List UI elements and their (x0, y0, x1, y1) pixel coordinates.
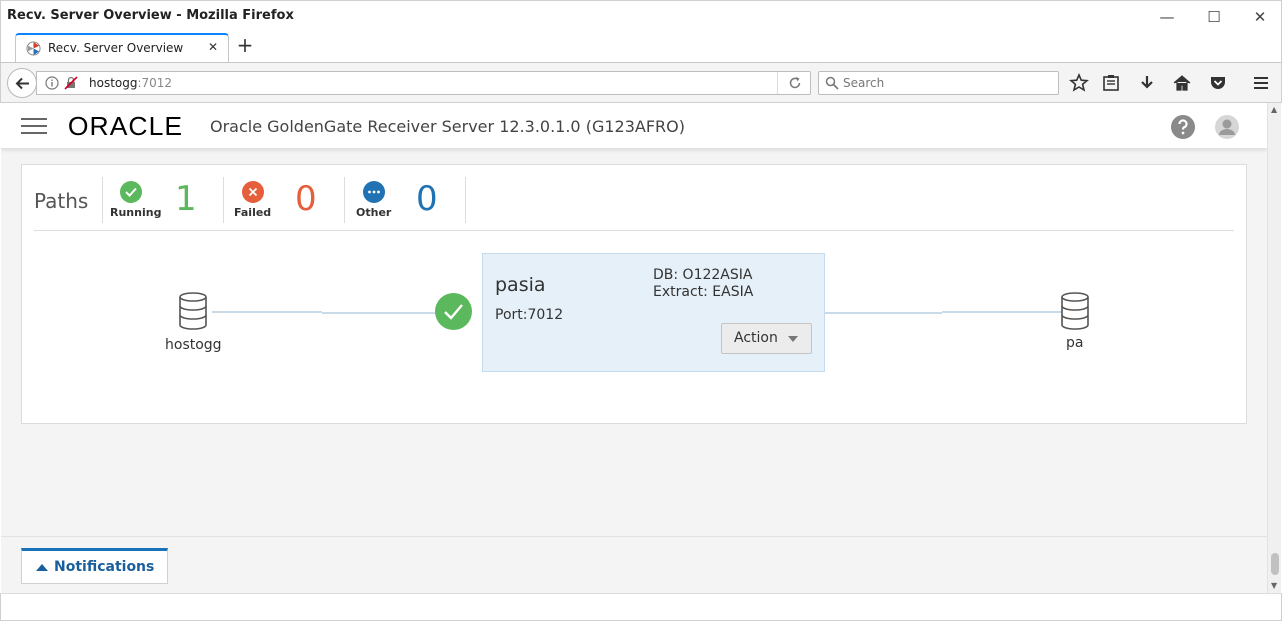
bookmark-star-icon[interactable] (1069, 73, 1089, 93)
oracle-logo: ORACLE (67, 111, 184, 141)
help-icon[interactable] (1171, 115, 1195, 139)
scroll-down-arrow-icon[interactable]: ▼ (1271, 581, 1277, 590)
scroll-up-arrow-icon[interactable]: ▲ (1271, 105, 1277, 114)
notifications-label: Notifications (54, 559, 155, 575)
url-text: hostogg:7012 (89, 76, 172, 90)
new-tab-button[interactable]: + (235, 35, 255, 55)
target-database-icon[interactable] (1060, 292, 1090, 330)
action-label: Action (734, 330, 778, 346)
source-database-icon[interactable] (178, 292, 208, 330)
notifications-bar: Notifications (1, 536, 1267, 593)
app-title: Oracle GoldenGate Receiver Server 12.3.0… (210, 117, 685, 136)
minimize-button[interactable]: — (1157, 7, 1177, 27)
action-dropdown-button[interactable]: Action (721, 323, 812, 354)
close-window-button[interactable]: ✕ (1250, 7, 1270, 27)
app-header: ORACLE Oracle GoldenGate Receiver Server… (1, 103, 1267, 149)
chevron-down-icon (788, 336, 798, 342)
path-extract: Extract: EASIA (653, 284, 754, 300)
path-name[interactable]: pasia (495, 274, 546, 296)
navigation-toolbar: hostogg:7012 Search (0, 62, 1282, 103)
tab-label: Recv. Server Overview (48, 41, 184, 55)
window-bottom-edge (0, 593, 1282, 621)
search-icon (825, 76, 839, 90)
search-bar[interactable]: Search (818, 71, 1059, 95)
page-content: ORACLE Oracle GoldenGate Receiver Server… (1, 103, 1267, 593)
page-scrollbar[interactable]: ▲ ▼ (1267, 103, 1281, 593)
target-node-label: pa (1066, 335, 1084, 351)
url-host: hostogg (89, 76, 138, 90)
window-title: Recv. Server Overview - Mozilla Firefox (7, 8, 294, 23)
chevron-up-icon (36, 564, 48, 571)
oracle-favicon-icon (26, 41, 41, 56)
reading-list-icon[interactable] (1101, 73, 1121, 93)
source-node-label: hostogg (165, 337, 222, 353)
back-button[interactable] (7, 68, 37, 98)
paths-panel: Paths Running 1 Failed 0 Other 0 hostogg… (21, 164, 1247, 424)
reload-button[interactable] (777, 72, 810, 94)
pocket-icon[interactable] (1208, 73, 1228, 93)
reload-icon (789, 77, 801, 89)
path-port: Port:7012 (495, 307, 564, 323)
tab-close-icon[interactable]: ✕ (208, 40, 218, 54)
search-placeholder: Search (843, 76, 885, 90)
path-db: DB: O122ASIA (653, 267, 753, 283)
notifications-tab[interactable]: Notifications (21, 548, 168, 584)
back-arrow-icon (15, 77, 29, 90)
user-avatar-icon[interactable] (1215, 115, 1239, 139)
path-status-check-icon (435, 293, 472, 330)
maximize-button[interactable]: ☐ (1204, 7, 1224, 27)
url-bar[interactable]: hostogg:7012 (36, 71, 811, 95)
hamburger-menu-icon[interactable] (21, 118, 47, 134)
url-port: :7012 (137, 76, 173, 90)
scrollbar-thumb[interactable] (1271, 553, 1279, 575)
window-titlebar: Recv. Server Overview - Mozilla Firefox … (0, 0, 1282, 32)
downloads-icon[interactable] (1137, 73, 1157, 93)
insecure-lock-icon[interactable] (64, 76, 78, 90)
tab-strip: Recv. Server Overview ✕ + (0, 32, 1282, 63)
info-icon[interactable] (45, 76, 59, 90)
menu-icon[interactable] (1251, 73, 1271, 93)
path-card[interactable]: pasia Port:7012 DB: O122ASIA Extract: EA… (482, 253, 825, 372)
tab-recv-server-overview[interactable]: Recv. Server Overview ✕ (15, 33, 229, 63)
home-icon[interactable] (1172, 73, 1192, 93)
